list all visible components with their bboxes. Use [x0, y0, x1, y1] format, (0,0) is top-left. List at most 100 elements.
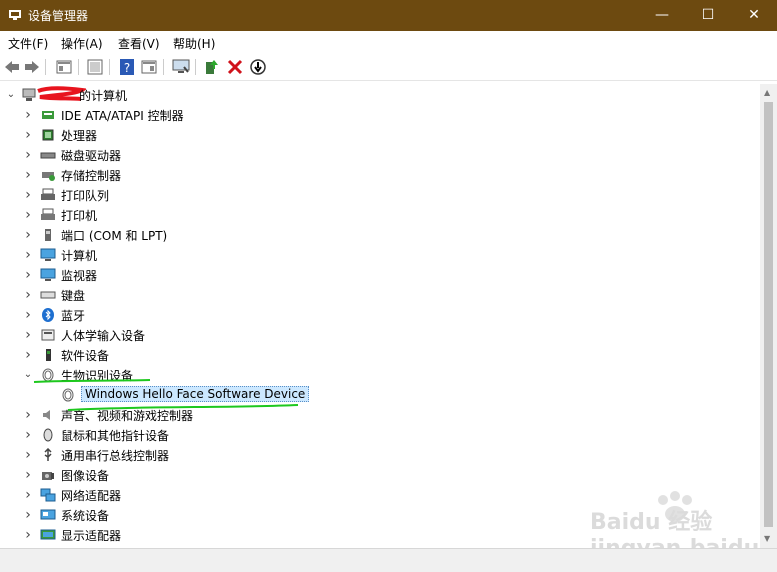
tree-category[interactable]: › 计算机 — [0, 245, 760, 265]
tree-item-label: 打印机 — [61, 209, 98, 223]
tree-item-label: 打印队列 — [61, 189, 110, 203]
help-icon[interactable]: ? — [118, 58, 136, 76]
computer-icon — [40, 248, 56, 261]
menu-action[interactable]: 操作(A) — [61, 35, 103, 52]
watermark: Baidu 经验 jingyan.baidu.com — [590, 490, 777, 561]
tree-category[interactable]: › 图像设备 — [0, 465, 760, 485]
tree-root[interactable]: ⌄ 的计算机 — [0, 85, 760, 105]
chevron-right-icon[interactable]: › — [22, 148, 34, 162]
tree-category[interactable]: › 监视器 — [0, 265, 760, 285]
tree-category[interactable]: › 蓝牙 — [0, 305, 760, 325]
toolbar-separator — [78, 59, 79, 75]
tree-category[interactable]: › 键盘 — [0, 285, 760, 305]
tree-item-label: 软件设备 — [61, 349, 110, 363]
print-queue-icon — [41, 188, 55, 200]
mouse-icon — [43, 428, 53, 442]
forward-icon[interactable] — [23, 58, 41, 76]
tree-category[interactable]: › 处理器 — [0, 125, 760, 145]
tree-item-label: 网络适配器 — [61, 489, 122, 503]
chevron-right-icon[interactable]: › — [22, 348, 34, 362]
menu-file[interactable]: 文件(F) — [8, 35, 48, 52]
scrollbar-thumb[interactable] — [764, 102, 773, 527]
tree-item-label: 端口 (COM 和 LPT) — [61, 229, 168, 243]
chevron-right-icon[interactable]: › — [22, 208, 34, 222]
tree-item-label: 计算机 — [61, 249, 98, 263]
chevron-right-icon[interactable]: › — [22, 508, 34, 522]
scroll-down-icon[interactable]: ▼ — [764, 534, 770, 543]
show-hide-icon[interactable] — [86, 58, 104, 76]
tree-item-label: 显示适配器 — [61, 529, 122, 543]
disable-icon[interactable] — [249, 58, 267, 76]
tree-category[interactable]: › 人体学输入设备 — [0, 325, 760, 345]
maximize-button[interactable]: ☐ — [685, 0, 731, 31]
chevron-right-icon[interactable]: › — [22, 448, 34, 462]
chevron-right-icon[interactable]: › — [22, 128, 34, 142]
chevron-right-icon[interactable]: › — [22, 228, 34, 242]
tree-category[interactable]: › 端口 (COM 和 LPT) — [0, 225, 760, 245]
chevron-right-icon[interactable]: › — [22, 248, 34, 262]
disk-drive-icon — [40, 152, 56, 159]
uninstall-icon[interactable] — [226, 58, 244, 76]
tree-item-label: 监视器 — [61, 269, 98, 283]
tree-category[interactable]: › 通用串行总线控制器 — [0, 445, 760, 465]
toolbar: ? — [0, 54, 777, 81]
chevron-down-icon[interactable]: ⌄ — [5, 89, 17, 101]
system-device-icon — [40, 509, 56, 520]
properties-pane-icon[interactable] — [55, 58, 73, 76]
toolbar-separator — [45, 59, 46, 75]
update-driver-icon[interactable] — [203, 58, 221, 76]
chevron-right-icon[interactable]: › — [22, 468, 34, 482]
printer-icon — [41, 208, 55, 220]
tree-item-label: 蓝牙 — [61, 309, 86, 323]
tree-item-label: 鼠标和其他指针设备 — [61, 429, 170, 443]
chevron-right-icon[interactable]: › — [22, 268, 34, 282]
toolbar-separator — [163, 59, 164, 75]
back-icon[interactable] — [3, 58, 21, 76]
port-icon — [45, 229, 51, 241]
tree-item-label: 键盘 — [61, 289, 86, 303]
menu-view[interactable]: 查看(V) — [118, 35, 160, 52]
close-button[interactable]: ✕ — [731, 0, 777, 31]
action-pane-icon[interactable] — [140, 58, 158, 76]
tree-category[interactable]: › 打印机 — [0, 205, 760, 225]
toolbar-separator — [195, 59, 196, 75]
network-adapter-icon — [40, 488, 56, 502]
ide-controller-icon — [42, 111, 54, 119]
device-manager-icon — [9, 10, 21, 20]
scan-hardware-icon[interactable] — [172, 58, 190, 76]
tree-category[interactable]: › 打印队列 — [0, 185, 760, 205]
minimize-button[interactable]: — — [639, 0, 685, 31]
tree-root-label: 的计算机 — [79, 89, 128, 103]
chevron-right-icon[interactable]: › — [22, 328, 34, 342]
monitor-icon — [40, 268, 56, 281]
tree-category[interactable]: › 软件设备 — [0, 345, 760, 365]
software-device-icon — [46, 349, 51, 361]
usb-icon — [44, 448, 52, 461]
chevron-right-icon[interactable]: › — [22, 488, 34, 502]
processor-icon — [42, 129, 54, 141]
window-title: 设备管理器 — [28, 9, 89, 23]
chevron-right-icon[interactable]: › — [22, 288, 34, 302]
chevron-right-icon[interactable]: › — [22, 428, 34, 442]
tree-category[interactable]: › 存储控制器 — [0, 165, 760, 185]
chevron-right-icon[interactable]: › — [22, 528, 34, 542]
toolbar-separator — [109, 59, 110, 75]
vertical-scrollbar[interactable]: ▲ ▼ — [760, 84, 777, 548]
status-bar — [0, 548, 777, 572]
svg-text:?: ? — [124, 61, 130, 75]
scroll-up-icon[interactable]: ▲ — [764, 88, 770, 97]
tree-category[interactable]: › IDE ATA/ATAPI 控制器 — [0, 105, 760, 125]
chevron-right-icon[interactable]: › — [22, 108, 34, 122]
green-annotation-lines — [33, 379, 299, 411]
tree-item-label: 处理器 — [61, 129, 98, 143]
tree-category[interactable]: › 鼠标和其他指针设备 — [0, 425, 760, 445]
menu-help[interactable]: 帮助(H) — [173, 35, 215, 52]
chevron-right-icon[interactable]: › — [22, 188, 34, 202]
chevron-right-icon[interactable]: › — [22, 168, 34, 182]
tree-item-label: IDE ATA/ATAPI 控制器 — [61, 109, 184, 123]
menu-bar: 文件(F) 操作(A) 查看(V) 帮助(H) — [0, 31, 777, 53]
chevron-right-icon[interactable]: › — [22, 308, 34, 322]
tree-item-label: 通用串行总线控制器 — [61, 449, 170, 463]
tree-category[interactable]: › 磁盘驱动器 — [0, 145, 760, 165]
keyboard-icon — [40, 291, 56, 299]
